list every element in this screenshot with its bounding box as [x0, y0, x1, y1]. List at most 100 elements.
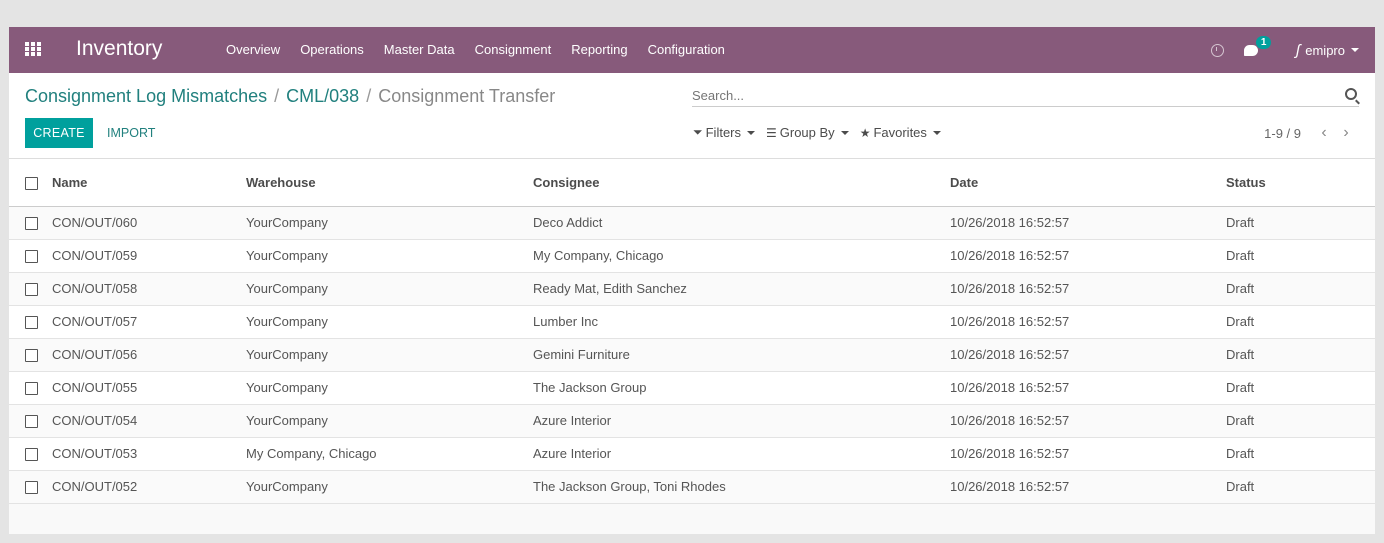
consignee-cell: Gemini Furniture	[533, 338, 950, 372]
group-by-label: Group By	[779, 125, 835, 140]
table-row[interactable]: CON/OUT/058 YourCompany Ready Mat, Edith S…	[9, 272, 1375, 306]
row-checkbox[interactable]	[25, 349, 38, 363]
name-cell: CON/OUT/058	[52, 272, 246, 306]
app-window: Inventory Overview Operations Master Dat…	[9, 27, 1375, 534]
row-select-cell	[9, 437, 52, 471]
name-cell: CON/OUT/057	[52, 305, 246, 339]
menu-item-configuration[interactable]: Configuration	[638, 27, 735, 73]
row-checkbox[interactable]	[25, 415, 38, 429]
row-checkbox[interactable]	[25, 382, 38, 396]
favorites-dropdown[interactable]: ★ Favorites	[860, 125, 941, 140]
row-select-cell	[9, 206, 52, 240]
row-checkbox[interactable]	[25, 250, 38, 264]
user-menu[interactable]: ʃ emipro	[1296, 42, 1359, 59]
column-header-date[interactable]: Date	[950, 159, 1226, 207]
warehouse-cell: YourCompany	[246, 338, 533, 372]
breadcrumb: Consignment Log Mismatches / CML/038 / C…	[25, 86, 555, 107]
favorites-label: Favorites	[873, 125, 927, 140]
table-header-row: Name Warehouse Consignee Date Status	[9, 159, 1375, 207]
breadcrumb-separator: /	[274, 86, 280, 106]
chevron-left-icon[interactable]: ‹	[1313, 124, 1335, 142]
header-select-cell	[9, 159, 52, 207]
row-checkbox[interactable]	[25, 481, 38, 495]
consignee-cell: The Jackson Group	[533, 371, 950, 405]
search-icon[interactable]	[1345, 88, 1357, 100]
breadcrumb-separator: /	[366, 86, 372, 106]
top-navbar: Inventory Overview Operations Master Dat…	[9, 27, 1375, 73]
breadcrumb-item-log-mismatches[interactable]: Consignment Log Mismatches	[25, 86, 267, 107]
create-button[interactable]: CREATE	[25, 118, 93, 148]
list-table: Name Warehouse Consignee Date Status CON…	[9, 159, 1375, 504]
column-header-warehouse[interactable]: Warehouse	[246, 159, 533, 207]
name-cell: CON/OUT/060	[52, 206, 246, 240]
select-all-checkbox[interactable]	[25, 176, 38, 190]
pager: 1-9 / 9 ‹ ›	[1264, 124, 1357, 142]
filters-label: Filters	[705, 125, 741, 140]
column-header-name[interactable]: Name	[52, 159, 246, 207]
table-row[interactable]: CON/OUT/056 YourCompany Gemini Furniture 10…	[9, 338, 1375, 372]
date-cell: 10/26/2018 16:52:57	[950, 404, 1226, 438]
breadcrumb-item-record[interactable]: CML/038	[286, 86, 359, 107]
consignee-cell: Deco Addict	[533, 206, 950, 240]
menu-item-consignment[interactable]: Consignment	[465, 27, 562, 73]
status-cell: Draft	[1226, 272, 1375, 306]
main-menu: Overview Operations Master Data Consignm…	[216, 27, 735, 73]
status-cell: Draft	[1226, 305, 1375, 339]
group-by-dropdown[interactable]: ☰ Group By	[766, 125, 849, 140]
control-panel: Consignment Log Mismatches / CML/038 / C…	[9, 73, 1375, 159]
menu-item-overview[interactable]: Overview	[216, 27, 290, 73]
chat-icon	[1243, 44, 1258, 56]
table-row[interactable]: CON/OUT/060 YourCompany Deco Addict 10/26/2…	[9, 206, 1375, 240]
consignee-cell: Ready Mat, Edith Sanchez	[533, 272, 950, 306]
warehouse-cell: YourCompany	[246, 305, 533, 339]
user-avatar-icon: ʃ	[1295, 41, 1301, 59]
row-select-cell	[9, 470, 52, 504]
table-row[interactable]: CON/OUT/053 My Company, Chicago Azure Inte…	[9, 437, 1375, 471]
pager-value[interactable]: 1-9 / 9	[1264, 126, 1301, 141]
import-button[interactable]: IMPORT	[99, 118, 163, 148]
table-row[interactable]: CON/OUT/059 YourCompany My Company, Chicag…	[9, 239, 1375, 273]
list-icon: ☰	[766, 125, 777, 140]
table-row[interactable]: CON/OUT/055 YourCompany The Jackson Group 1…	[9, 371, 1375, 405]
chevron-right-icon[interactable]: ›	[1335, 124, 1357, 142]
menu-item-operations[interactable]: Operations	[290, 27, 374, 73]
name-cell: CON/OUT/059	[52, 239, 246, 273]
menu-item-reporting[interactable]: Reporting	[561, 27, 637, 73]
table-row[interactable]: CON/OUT/052 YourCompany The Jackson Group,…	[9, 470, 1375, 504]
warehouse-cell: YourCompany	[246, 470, 533, 504]
date-cell: 10/26/2018 16:52:57	[950, 470, 1226, 504]
messaging-button[interactable]: 1	[1243, 35, 1272, 56]
row-checkbox[interactable]	[25, 217, 38, 231]
chat-badge: 1	[1255, 35, 1272, 49]
chevron-down-icon	[1351, 48, 1359, 52]
menu-item-master-data[interactable]: Master Data	[374, 27, 465, 73]
search-options: ⏷ Filters ☰ Group By ★ Favorites	[693, 125, 952, 140]
search-input[interactable]	[692, 85, 1332, 105]
chevron-down-icon	[932, 130, 941, 135]
search-bar	[692, 85, 1359, 107]
warehouse-cell: YourCompany	[246, 239, 533, 273]
status-cell: Draft	[1226, 437, 1375, 471]
date-cell: 10/26/2018 16:52:57	[950, 206, 1226, 240]
table-row[interactable]: CON/OUT/054 YourCompany Azure Interior 10/2…	[9, 404, 1375, 438]
table-row[interactable]: CON/OUT/057 YourCompany Lumber Inc 10/26/20…	[9, 305, 1375, 339]
consignee-cell: My Company, Chicago	[533, 239, 950, 273]
column-header-status[interactable]: Status	[1226, 159, 1375, 207]
filters-dropdown[interactable]: ⏷ Filters	[693, 125, 755, 140]
status-cell: Draft	[1226, 206, 1375, 240]
warehouse-cell: YourCompany	[246, 371, 533, 405]
column-header-consignee[interactable]: Consignee	[533, 159, 950, 207]
row-select-cell	[9, 272, 52, 306]
app-title[interactable]: Inventory	[76, 37, 162, 61]
apps-menu-icon[interactable]	[25, 42, 41, 56]
consignee-cell: Azure Interior	[533, 437, 950, 471]
status-cell: Draft	[1226, 404, 1375, 438]
row-select-cell	[9, 338, 52, 372]
row-checkbox[interactable]	[25, 448, 38, 462]
row-checkbox[interactable]	[25, 316, 38, 330]
status-cell: Draft	[1226, 371, 1375, 405]
row-select-cell	[9, 305, 52, 339]
activity-clock-icon[interactable]	[1210, 43, 1224, 57]
row-checkbox[interactable]	[25, 283, 38, 297]
warehouse-cell: YourCompany	[246, 272, 533, 306]
